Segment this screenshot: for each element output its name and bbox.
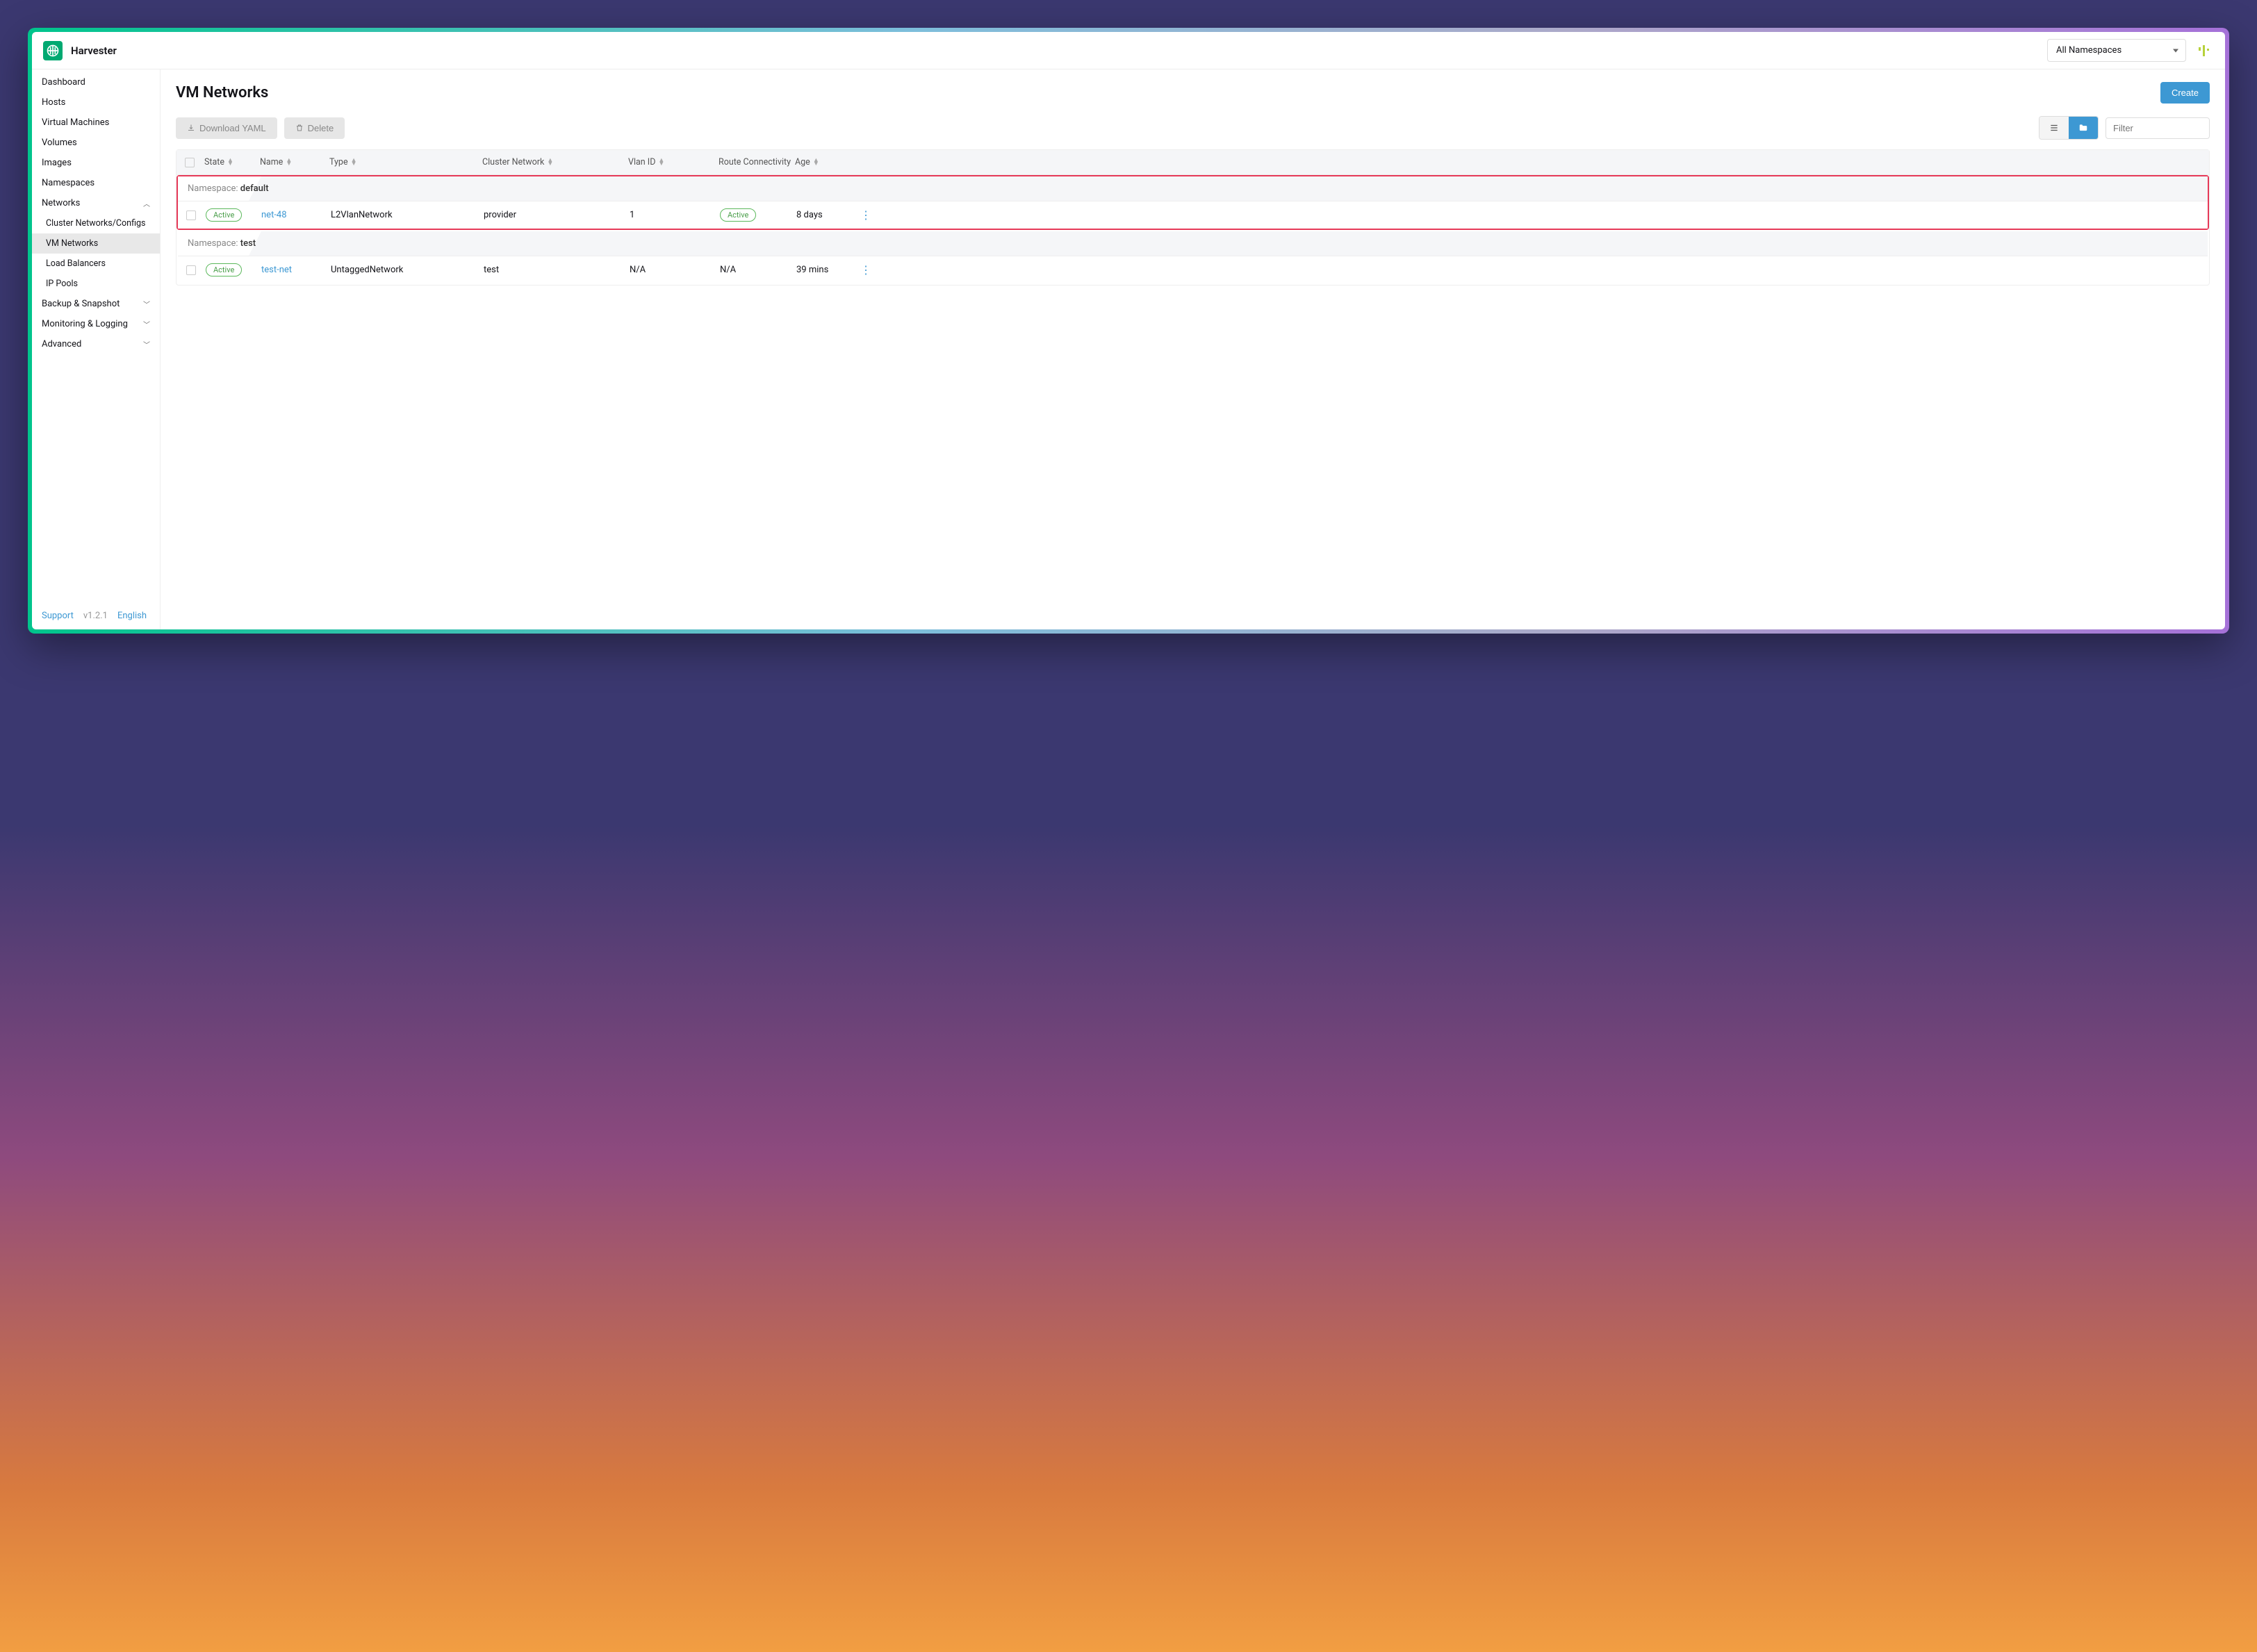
state-badge: Active (206, 208, 242, 222)
cell-type: UntaggedNetwork (331, 265, 484, 275)
sidebar-item-vm-networks[interactable]: VM Networks (32, 233, 160, 254)
sidebar-item-volumes[interactable]: Volumes (32, 133, 160, 153)
sidebar-item-label: Monitoring & Logging (42, 319, 128, 329)
sidebar-item-label: VM Networks (46, 238, 98, 249)
page-title: VM Networks (176, 84, 268, 101)
cell-route-connectivity: Active (720, 208, 796, 222)
sidebar-item-images[interactable]: Images (32, 153, 160, 173)
folder-icon (2078, 123, 2088, 133)
list-view-button[interactable] (2039, 117, 2069, 139)
sidebar-item-cluster-networks-configs[interactable]: Cluster Networks/Configs (32, 213, 160, 233)
sidebar-item-label: Volumes (42, 138, 77, 148)
namespace-group: Namespace: test Active test-net UntaggedNet… (177, 230, 2209, 285)
row-actions-button[interactable]: ⋮ (852, 263, 880, 276)
sidebar-item-hosts[interactable]: Hosts (32, 92, 160, 113)
col-state[interactable]: State▲▼ (204, 157, 260, 167)
download-icon (187, 124, 195, 132)
network-name-link[interactable]: net-48 (261, 210, 287, 220)
sidebar-item-namespaces[interactable]: Namespaces (32, 173, 160, 193)
sidebar-item-load-balancers[interactable]: Load Balancers (32, 254, 160, 274)
sidebar-item-dashboard[interactable]: Dashboard (32, 72, 160, 92)
namespace-group-header: Namespace: test (178, 231, 2208, 256)
sidebar: Dashboard Hosts Virtual Machines Volumes Ima… (32, 69, 161, 629)
cell-type: L2VlanNetwork (331, 210, 484, 220)
col-type[interactable]: Type▲▼ (329, 157, 482, 167)
col-age[interactable]: Age▲▼ (795, 157, 851, 167)
sidebar-item-label: Backup & Snapshot (42, 299, 120, 309)
sidebar-item-advanced[interactable]: Advanced ﹀ (32, 334, 160, 354)
language-link[interactable]: English (117, 611, 147, 621)
sidebar-item-ip-pools[interactable]: IP Pools (32, 274, 160, 294)
sidebar-footer: Support v1.2.1 English (32, 602, 160, 629)
chevron-up-icon: ︿ (143, 198, 150, 208)
cell-cluster-network: provider (484, 210, 630, 220)
trash-icon (295, 124, 304, 132)
cell-cluster-network: test (484, 265, 630, 275)
sidebar-item-label: Namespaces (42, 178, 95, 188)
namespace-group: Namespace: default Active net-48 L2VlanNetw… (177, 175, 2209, 230)
create-button[interactable]: Create (2160, 82, 2210, 104)
brand-logo[interactable] (43, 41, 63, 60)
delete-button[interactable]: Delete (284, 117, 345, 139)
row-actions-button[interactable]: ⋮ (852, 208, 880, 222)
chevron-down-icon: ﹀ (143, 299, 150, 309)
support-link[interactable]: Support (42, 611, 74, 621)
col-route-connectivity[interactable]: Route Connectivity (719, 157, 795, 167)
cell-vlan-id: 1 (630, 210, 720, 220)
filter-input[interactable] (2106, 117, 2210, 139)
download-yaml-button[interactable]: Download YAML (176, 117, 277, 139)
namespace-selector[interactable]: All Namespaces (2047, 39, 2186, 62)
topbar: Harvester All Namespaces (32, 32, 2225, 69)
view-toggle (2039, 116, 2099, 140)
sidebar-item-virtual-machines[interactable]: Virtual Machines (32, 113, 160, 133)
sidebar-item-label: Images (42, 158, 72, 168)
sidebar-item-label: Load Balancers (46, 258, 106, 269)
sidebar-item-label: Networks (42, 198, 80, 208)
brand-name: Harvester (71, 44, 117, 57)
table-row: Activetest-netUntaggedNetworktestN/AN/A3… (178, 256, 2208, 283)
row-checkbox[interactable] (186, 265, 196, 275)
sidebar-item-monitoring-logging[interactable]: Monitoring & Logging ﹀ (32, 314, 160, 334)
col-vlan-id[interactable]: Vlan ID▲▼ (628, 157, 719, 167)
network-table: State▲▼ Name▲▼ Type▲▼ Cluster Network▲▼ … (176, 149, 2210, 286)
sidebar-item-label: IP Pools (46, 279, 78, 289)
list-icon (2049, 123, 2059, 133)
sidebar-item-networks[interactable]: Networks ︿ (32, 193, 160, 213)
col-name[interactable]: Name▲▼ (260, 157, 329, 167)
sidebar-item-backup-snapshot[interactable]: Backup & Snapshot ﹀ (32, 294, 160, 314)
table-row: Activenet-48L2VlanNetworkprovider1Active… (178, 201, 2208, 229)
sidebar-item-label: Hosts (42, 97, 65, 108)
provider-icon[interactable] (2194, 41, 2214, 60)
main-content: VM Networks Create Download YAML Delete (161, 69, 2225, 629)
state-badge: Active (206, 263, 242, 276)
namespace-group-header: Namespace: default (178, 176, 2208, 201)
sidebar-item-label: Dashboard (42, 77, 85, 88)
row-checkbox[interactable] (186, 210, 196, 220)
version-label: v1.2.1 (83, 611, 108, 621)
chevron-down-icon: ﹀ (143, 339, 150, 349)
table-header: State▲▼ Name▲▼ Type▲▼ Cluster Network▲▼ … (177, 150, 2209, 175)
sidebar-item-label: Virtual Machines (42, 117, 109, 128)
group-view-button[interactable] (2069, 117, 2098, 139)
sidebar-item-label: Cluster Networks/Configs (46, 218, 145, 229)
cell-vlan-id: N/A (630, 265, 720, 275)
network-name-link[interactable]: test-net (261, 265, 292, 275)
sidebar-item-label: Advanced (42, 339, 81, 349)
col-cluster-network[interactable]: Cluster Network▲▼ (482, 157, 628, 167)
cell-age: 39 mins (796, 265, 852, 275)
select-all-checkbox[interactable] (185, 158, 195, 167)
chevron-down-icon: ﹀ (143, 319, 150, 329)
cell-route-connectivity: N/A (720, 265, 796, 275)
cell-age: 8 days (796, 210, 852, 220)
